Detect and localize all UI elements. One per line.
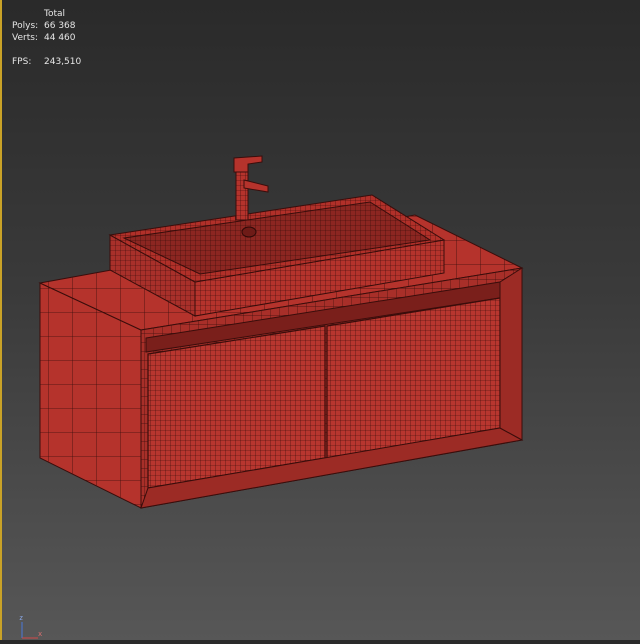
cabinet-right-bevel [499,267,523,441]
faucet-mesh[interactable] [233,155,269,221]
x-axis-label: x [38,630,43,638]
faucet-handle [233,155,263,173]
axis-gizmo: z x [16,614,46,640]
sink-drain [241,226,257,238]
wireframe-viewport[interactable] [0,0,640,640]
z-axis-label: z [19,614,24,622]
